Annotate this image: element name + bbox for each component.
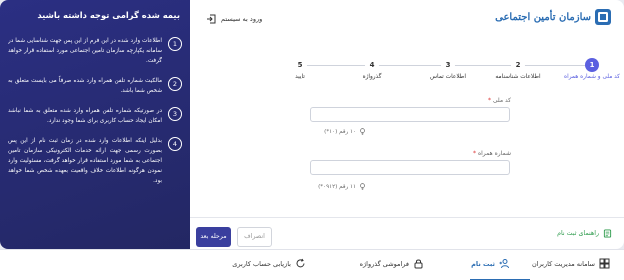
nav-label: ثبت نام [471,259,495,268]
national-code-label-text: کد ملی [492,97,511,104]
instruction-number: 3 [168,107,182,121]
instruction-number: 1 [168,37,182,51]
top-bar: ورود به سیستم سازمان تأمین اجتماعی [190,0,624,40]
registration-card: بیمه شده گرامی توجه داشته باشید 1 اطلاعا… [0,0,624,249]
footer-divider [190,217,624,218]
step-2: 2 اطلاعات شناسنامه [488,58,548,80]
instructions-title: بیمه شده گرامی توجه داشته باشید [37,10,180,20]
step-number: 3 [441,58,455,72]
nav-label: فراموشی گذرواژه [359,259,409,268]
instruction-text: مالکیت شماره تلفن همراه وارد شده صرفاً م… [8,78,162,94]
national-code-input[interactable] [310,107,510,122]
logo: سازمان تأمین اجتماعی [495,8,612,26]
nav-forgot-password[interactable]: فراموشی گذرواژه [360,258,424,269]
mobile-label: شماره همراه * [473,150,511,157]
guide-label: راهنمای ثبت نام [557,230,599,237]
guide-icon [603,229,612,238]
step-3: 3 اطلاعات تماس [418,58,478,80]
bottom-navigation: سامانه مدیریت کاربران ثبت نام فراموشی گذ… [0,249,624,280]
instructions-list[interactable]: 1 اطلاعات وارد شده در این فرم از این پس … [8,36,182,249]
step-label: اطلاعات شناسنامه [495,74,541,80]
step-number: 2 [511,58,525,72]
nav-register[interactable]: ثبت نام [471,258,510,269]
step-5: 5 تایید [270,58,330,80]
step-label: تایید [295,74,305,80]
logo-emblem-icon [595,9,611,25]
registration-stepper: 1 کد ملی و شماره همراه 2 اطلاعات شناسنام… [190,58,624,84]
cancel-button[interactable]: انصراف [237,227,272,247]
grid-icon [599,258,610,269]
instruction-text: در صورتیکه شماره تلفن همراه وارد شده متع… [8,108,162,124]
mobile-label-text: شماره همراه [477,150,511,157]
nav-label: سامانه مدیریت کاربران [532,259,595,268]
instructions-panel: بیمه شده گرامی توجه داشته باشید 1 اطلاعا… [0,0,190,249]
step-1: 1 کد ملی و شماره همراه [562,58,622,80]
national-code-label: کد ملی * [488,97,511,104]
next-step-button[interactable]: مرحله بعد [196,227,231,247]
nav-label: بازیابی حساب کاربری [232,259,291,268]
nav-user-management[interactable]: سامانه مدیریت کاربران [532,258,610,269]
login-icon [207,14,216,24]
lock-icon [414,259,423,269]
instruction-number: 2 [168,77,182,91]
required-mark: * [487,97,491,104]
lightbulb-icon [360,128,365,135]
step-number: 1 [585,58,599,72]
required-mark: * [473,150,477,157]
mobile-hint-text: ۱۱ رقم (۰۹۱۲*) [318,183,356,190]
instruction-text: اطلاعات وارد شده در این فرم از این پس جه… [8,38,162,64]
step-label: اطلاعات تماس [429,74,466,80]
login-link[interactable]: ورود به سیستم [206,14,262,24]
mobile-input[interactable] [310,160,510,175]
login-link-label: ورود به سیستم [221,15,263,23]
registration-guide-link[interactable]: راهنمای ثبت نام [557,229,612,238]
logo-text: سازمان تأمین اجتماعی [495,11,591,23]
instruction-item: 4 بدلیل اینکه اطلاعات وارد شده در زمان ث… [8,136,182,186]
step-4: 4 گذرواژه [342,58,402,80]
form-area: ورود به سیستم سازمان تأمین اجتماعی 1 کد … [190,0,624,249]
add-user-icon [499,259,509,269]
instruction-item: 2 مالکیت شماره تلفن همراه وارد شده صرفاً… [8,76,182,96]
step-label: کد ملی و شماره همراه [564,74,620,80]
lightbulb-icon [360,183,365,190]
national-code-hint-text: ۱۰ رقم (۱۰*) [324,128,356,135]
instruction-item: 1 اطلاعات وارد شده در این فرم از این پس … [8,36,182,66]
refresh-icon [296,258,305,268]
step-number: 4 [365,58,379,72]
instruction-item: 3 در صورتیکه شماره تلفن همراه وارد شده م… [8,106,182,126]
step-number: 5 [293,58,307,72]
step-label: گذرواژه [362,74,382,80]
instruction-text: بدلیل اینکه اطلاعات وارد شده در زمان ثبت… [8,138,162,184]
national-code-hint: ۱۰ رقم (۱۰*) [324,128,366,135]
mobile-hint: ۱۱ رقم (۰۹۱۲*) [318,183,366,190]
instruction-number: 4 [168,137,182,151]
nav-account-recovery[interactable]: بازیابی حساب کاربری [232,258,306,269]
